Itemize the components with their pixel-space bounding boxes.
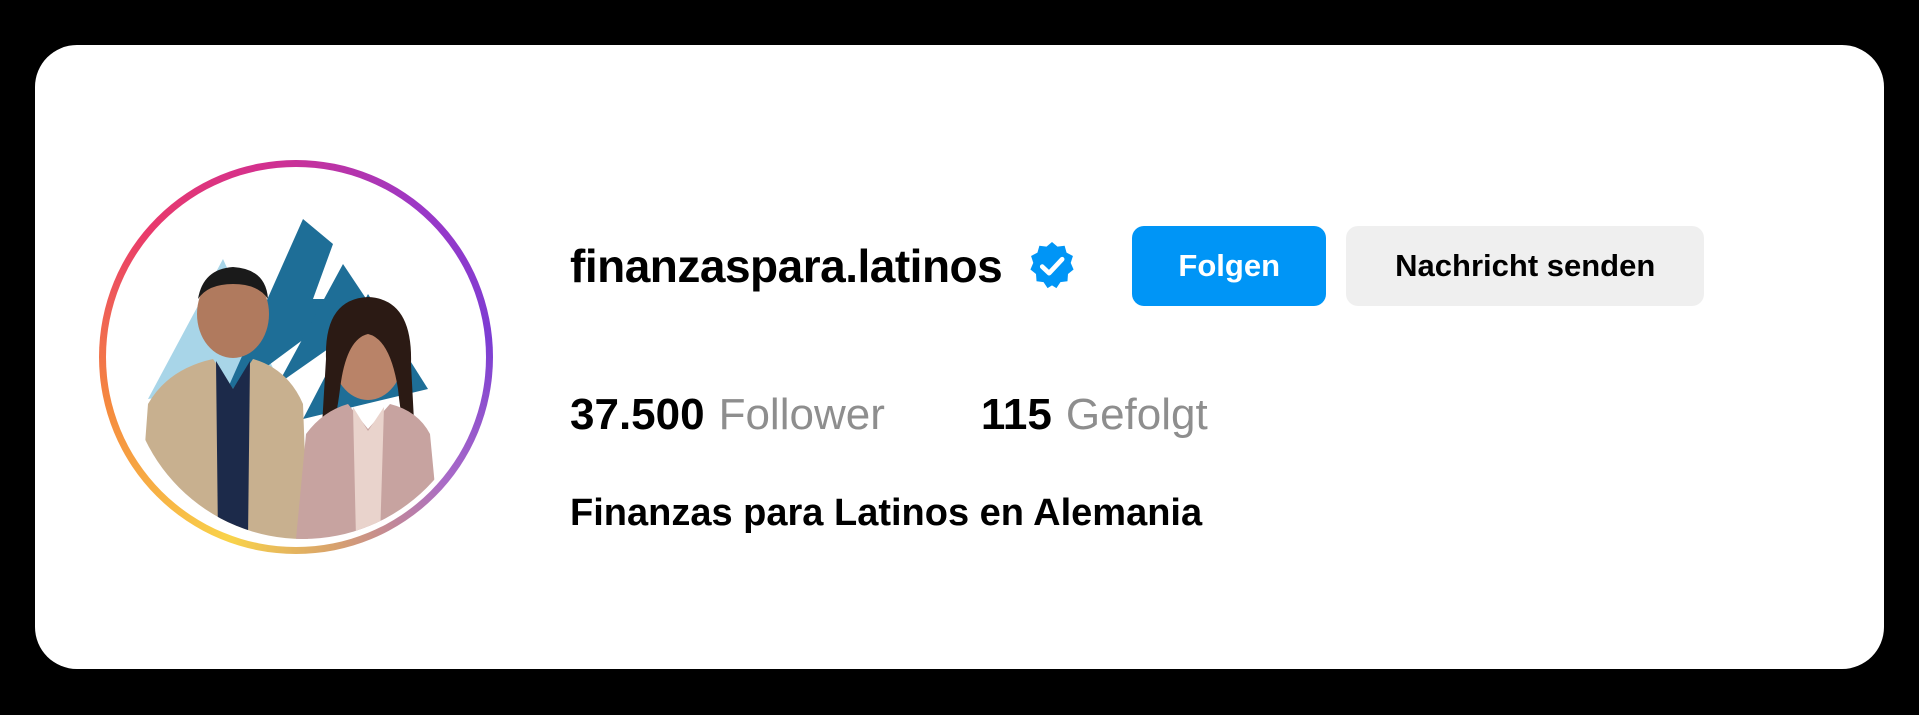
verified-badge-icon <box>1026 240 1078 292</box>
followers-stat[interactable]: 37.500 Follower <box>570 390 885 440</box>
profile-avatar[interactable] <box>99 160 493 554</box>
profile-stats: 37.500 Follower 115 Gefolgt <box>570 390 1208 440</box>
following-label: Gefolgt <box>1065 390 1208 439</box>
avatar-image <box>128 189 478 539</box>
profile-card: finanzaspara.latinos Folgen Nachricht se… <box>35 45 1884 669</box>
avatar-photo <box>128 189 478 539</box>
follow-button[interactable]: Folgen <box>1132 226 1327 306</box>
following-stat[interactable]: 115 Gefolgt <box>981 390 1208 440</box>
following-count: 115 <box>980 390 1052 439</box>
avatar-ring-gap <box>106 167 486 547</box>
send-message-button[interactable]: Nachricht senden <box>1346 226 1705 306</box>
followers-count: 37.500 <box>570 390 705 439</box>
profile-bio: Finanzas para Latinos en Alemania <box>570 492 1203 534</box>
profile-username: finanzaspara.latinos <box>570 240 1003 292</box>
profile-header-row: finanzaspara.latinos Folgen Nachricht se… <box>570 225 1705 307</box>
followers-label: Follower <box>718 390 885 439</box>
